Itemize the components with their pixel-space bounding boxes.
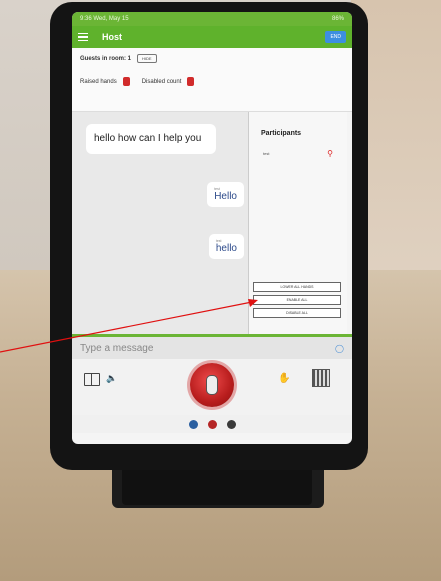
annotation-arrow-head [248,299,258,307]
annotation-arrow-line [0,301,253,353]
annotation-arrow [0,299,258,353]
